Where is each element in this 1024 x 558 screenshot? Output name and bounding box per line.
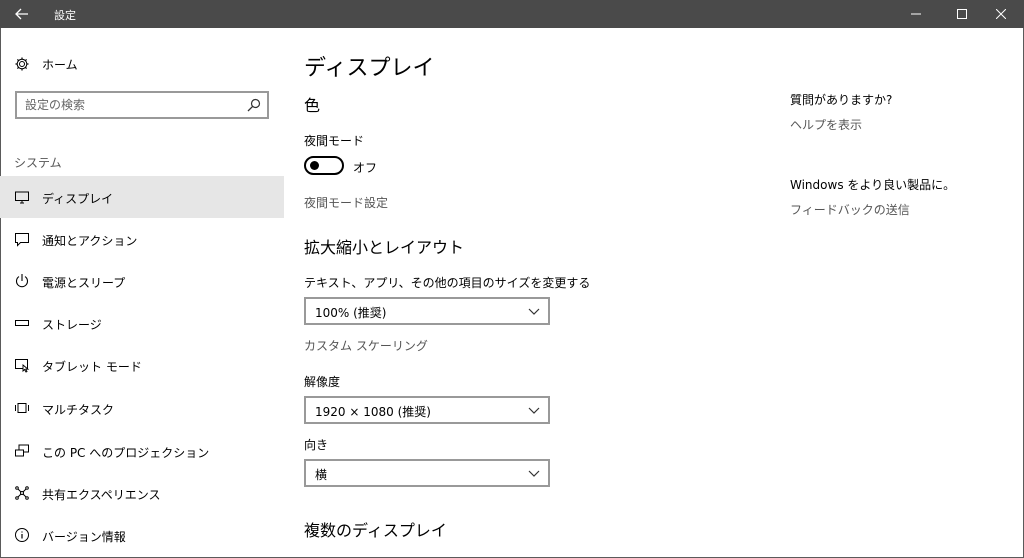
sidebar-item-projection[interactable]: この PC へのプロジェクション — [0, 430, 284, 472]
color-heading: 色 — [304, 96, 321, 115]
sidebar-item-label: 通知とアクション — [42, 234, 138, 248]
orientation-label: 向き — [304, 438, 329, 452]
search-input[interactable] — [25, 97, 235, 113]
night-mode-settings-link[interactable]: 夜間モード設定 — [304, 194, 388, 211]
resolution-value: 1920 × 1080 (推奨) — [315, 405, 431, 419]
section-label-system: システム — [14, 156, 62, 170]
back-button[interactable] — [0, 0, 44, 28]
scale-value: 100% (推奨) — [315, 306, 387, 320]
monitor-icon — [14, 189, 30, 205]
feedback-heading: Windows をより良い製品に。 — [790, 178, 956, 192]
minimize-icon — [911, 13, 921, 15]
help-link[interactable]: ヘルプを表示 — [790, 116, 862, 133]
search-box[interactable] — [15, 91, 269, 119]
info-icon — [14, 527, 30, 543]
shared-experience-icon — [14, 485, 30, 501]
sidebar-item-label: ストレージ — [42, 318, 102, 332]
sidebar-item-label: バージョン情報 — [42, 530, 126, 544]
multitask-icon — [14, 400, 30, 416]
scale-dropdown[interactable]: 100% (推奨) — [304, 297, 550, 325]
page-title: ディスプレイ — [304, 56, 435, 81]
feedback-link[interactable]: フィードバックの送信 — [790, 201, 910, 218]
help-heading: 質問がありますか? — [790, 93, 893, 107]
sidebar-item-label: ディスプレイ — [42, 192, 114, 206]
close-icon — [996, 9, 1006, 19]
search-icon[interactable] — [247, 98, 261, 112]
chevron-down-icon — [528, 308, 540, 315]
night-mode-state: オフ — [353, 161, 378, 175]
multi-display-heading: 複数のディスプレイ — [304, 521, 447, 540]
scale-layout-heading: 拡大縮小とレイアウト — [304, 238, 465, 257]
home-label: ホーム — [42, 57, 78, 72]
sidebar-item-label: マルチタスク — [42, 403, 115, 417]
sidebar-item-tablet-mode[interactable]: タブレット モード — [0, 344, 284, 386]
sidebar-item-label: タブレット モード — [42, 360, 142, 374]
speech-bubble-icon — [14, 231, 30, 247]
sidebar-item-power[interactable]: 電源とスリープ — [0, 260, 284, 302]
custom-scaling-link[interactable]: カスタム スケーリング — [304, 337, 428, 354]
sidebar-item-shared-experiences[interactable]: 共有エクスペリエンス — [0, 472, 284, 514]
orientation-dropdown[interactable]: 横 — [304, 459, 550, 487]
projection-icon — [14, 443, 30, 459]
chevron-down-icon — [528, 470, 540, 477]
sidebar-item-display[interactable]: ディスプレイ — [0, 176, 284, 218]
gear-icon — [14, 56, 30, 72]
home-link[interactable]: ホーム — [14, 54, 78, 74]
resolution-label: 解像度 — [304, 375, 341, 389]
resolution-dropdown[interactable]: 1920 × 1080 (推奨) — [304, 396, 550, 424]
sidebar-item-multitasking[interactable]: マルチタスク — [0, 387, 284, 429]
sidebar-item-label: 共有エクスペリエンス — [42, 488, 161, 502]
toggle-knob — [310, 161, 319, 170]
minimize-button[interactable] — [893, 0, 939, 28]
window-title: 設定 — [54, 9, 76, 22]
power-icon — [14, 273, 30, 289]
sidebar-item-label: 電源とスリープ — [42, 276, 126, 290]
night-mode-label: 夜間モード — [304, 134, 365, 148]
sidebar-item-label: この PC へのプロジェクション — [42, 446, 210, 460]
chevron-down-icon — [528, 407, 540, 414]
night-mode-toggle[interactable] — [304, 156, 344, 175]
tablet-mode-icon — [14, 357, 30, 373]
back-arrow-icon — [15, 8, 28, 20]
storage-icon — [14, 315, 30, 331]
sidebar-item-storage[interactable]: ストレージ — [0, 302, 284, 344]
sidebar-item-about[interactable]: バージョン情報 — [0, 514, 284, 556]
scale-label: テキスト、アプリ、その他の項目のサイズを変更する — [304, 276, 591, 290]
orientation-value: 横 — [315, 468, 328, 482]
sidebar-item-notifications[interactable]: 通知とアクション — [0, 218, 284, 260]
title-bar: 設定 — [0, 0, 1024, 28]
maximize-icon — [957, 9, 967, 19]
close-button[interactable] — [978, 0, 1024, 28]
